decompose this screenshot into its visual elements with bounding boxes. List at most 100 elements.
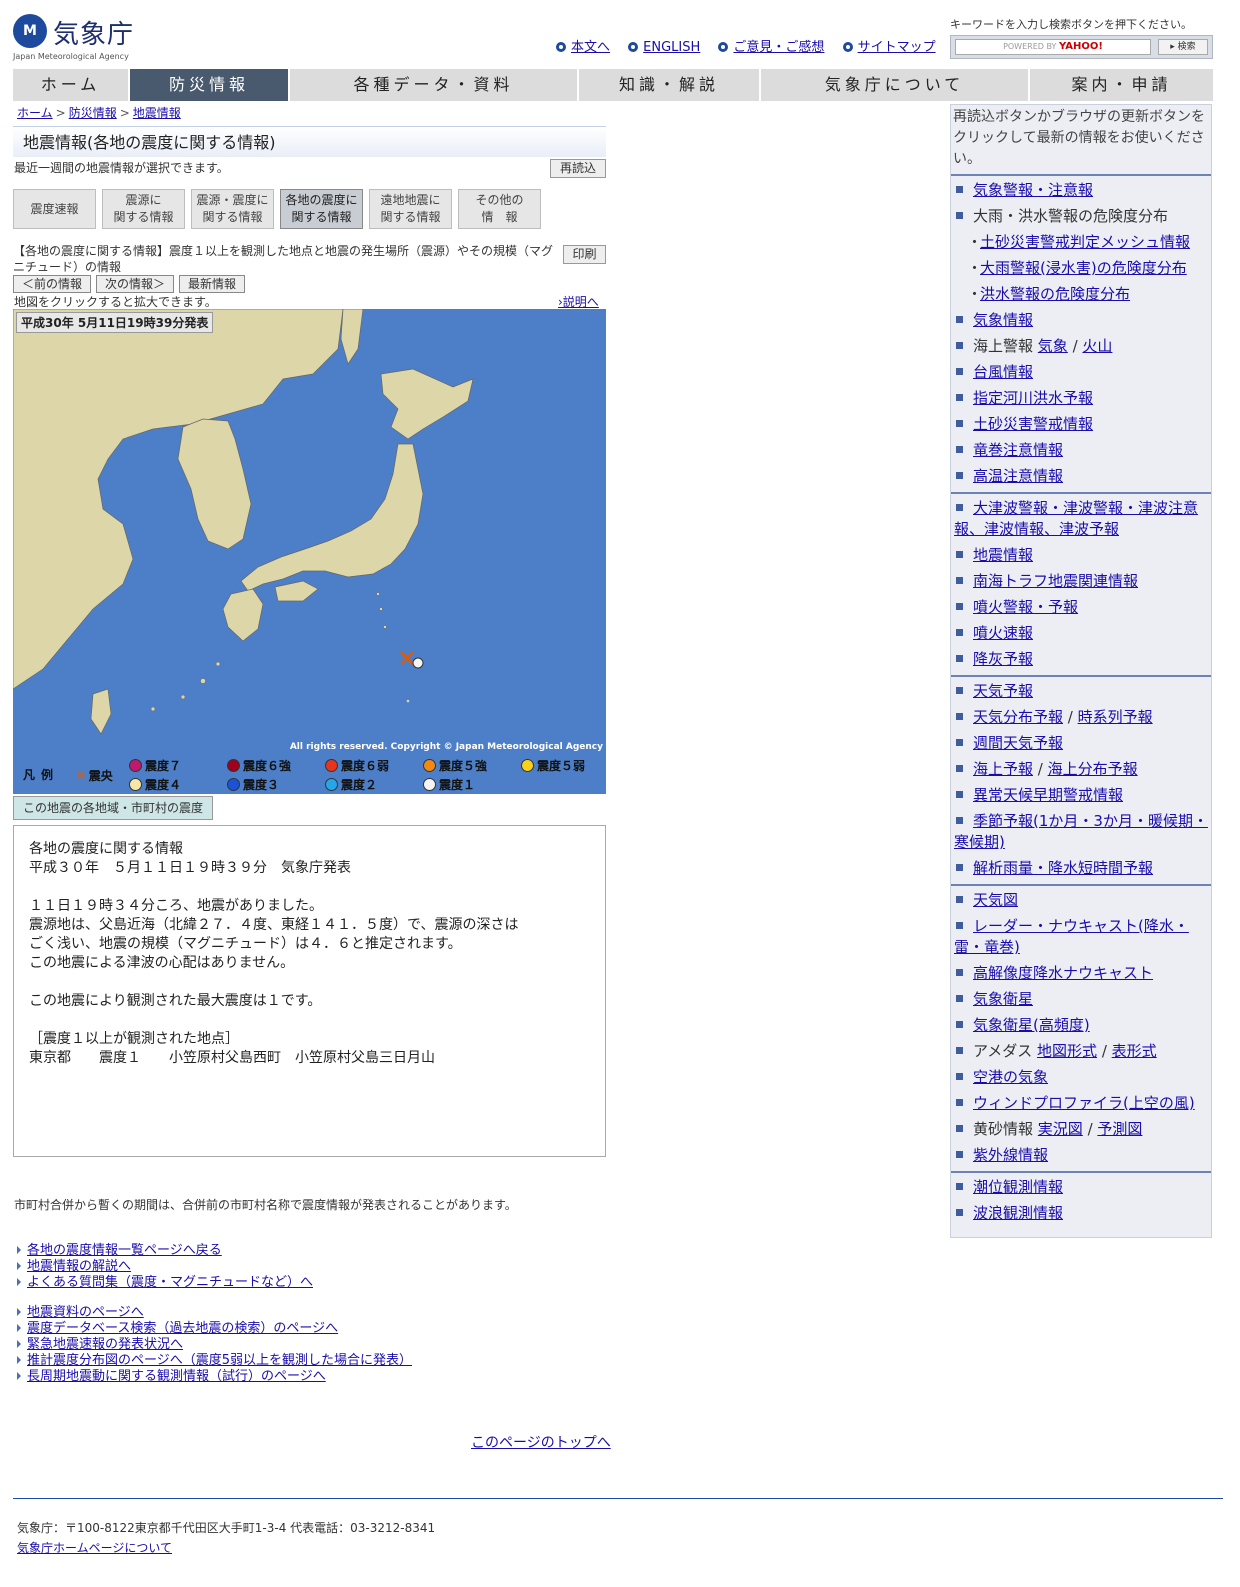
- menu-item[interactable]: 潮位観測情報: [973, 1178, 1063, 1196]
- menu-item[interactable]: 台風情報: [973, 363, 1033, 381]
- search-button[interactable]: ▸ 検索: [1158, 39, 1208, 55]
- menu-item[interactable]: 噴火警報・予報: [973, 598, 1078, 616]
- menu-item[interactable]: 気象衛星(高頻度): [973, 1016, 1090, 1034]
- intensity-circle-icon: [521, 759, 534, 772]
- page-top-link[interactable]: このページのトップへ: [471, 1432, 611, 1452]
- menu-item[interactable]: 空港の気象: [973, 1068, 1048, 1086]
- square-bullet-icon: [956, 969, 963, 976]
- menu-item[interactable]: ウィンドプロファイラ(上空の風): [973, 1094, 1195, 1112]
- area-intensity-tab[interactable]: この地震の各地域・市町村の震度: [13, 796, 213, 820]
- menu-subitem[interactable]: 土砂災害警戒判定メッシュ情報: [980, 233, 1190, 251]
- menu-item[interactable]: 地図形式: [1037, 1042, 1097, 1060]
- menu-item[interactable]: 時系列予報: [1078, 708, 1153, 726]
- menu-item[interactable]: 竜巻注意情報: [973, 441, 1063, 459]
- gnav-knowledge[interactable]: 知識・解説: [579, 69, 759, 101]
- menu-item[interactable]: 海上予報: [973, 760, 1033, 778]
- page-subtitle: 最近一週間の地震情報が選択できます。: [14, 161, 229, 175]
- gnav-home[interactable]: ホーム: [13, 69, 128, 101]
- legend-epicenter: ✕ 震央: [75, 767, 113, 784]
- square-bullet-icon: [956, 1047, 963, 1054]
- next-info-button[interactable]: 次の情報＞: [96, 275, 175, 293]
- menu-item[interactable]: 予測図: [1097, 1120, 1142, 1138]
- link-feedback[interactable]: ご意見・ご感想: [733, 40, 824, 55]
- menu-item[interactable]: 噴火速報: [973, 624, 1033, 642]
- menu-item[interactable]: 土砂災害警戒情報: [973, 415, 1093, 433]
- menu-item[interactable]: 大津波警報・津波警報・津波注意報、津波情報、津波予報: [954, 499, 1198, 538]
- menu-item[interactable]: 表形式: [1112, 1042, 1157, 1060]
- menu-item[interactable]: 実況図: [1038, 1120, 1083, 1138]
- menu-item[interactable]: 波浪観測情報: [973, 1204, 1063, 1222]
- tab-distant-earthquake[interactable]: 遠地地震に 関する情報: [369, 189, 452, 229]
- link-eew[interactable]: 緊急地震速報の発表状況へ: [27, 1337, 183, 1352]
- menu-item[interactable]: 気象情報: [973, 311, 1033, 329]
- link-main-content[interactable]: 本文へ: [571, 40, 610, 55]
- menu-item[interactable]: 天気予報: [973, 682, 1033, 700]
- link-intensity-list[interactable]: 各地の震度情報一覧ページへ戻る: [27, 1243, 222, 1258]
- menu-subitem[interactable]: 洪水警報の危険度分布: [980, 285, 1130, 303]
- legend-title: 凡例: [23, 768, 60, 782]
- link-sitemap[interactable]: サイトマップ: [858, 40, 936, 55]
- menu-item[interactable]: 天気図: [973, 891, 1018, 909]
- menu-item[interactable]: レーダー・ナウキャスト(降水・雷・竜巻): [954, 917, 1189, 956]
- menu-item[interactable]: 異常天候早期警戒情報: [973, 786, 1123, 804]
- link-english[interactable]: ENGLISH: [643, 40, 700, 55]
- link-info-explain[interactable]: 地震情報の解説へ: [27, 1259, 131, 1274]
- chevron-right-icon: >: [55, 106, 66, 120]
- square-bullet-icon: [956, 713, 963, 720]
- menu-item[interactable]: 週間天気予報: [973, 734, 1063, 752]
- menu-item[interactable]: 紫外線情報: [973, 1146, 1048, 1164]
- earthquake-map[interactable]: 平成30年 5月11日19時39分発表 All rights reserved.…: [13, 309, 606, 754]
- menu-item[interactable]: 季節予報(1か月・3か月・暖候期・寒候期): [954, 812, 1208, 851]
- reload-button[interactable]: 再読込: [550, 159, 606, 178]
- menu-item[interactable]: 火山: [1082, 337, 1112, 355]
- menu-item[interactable]: 高温注意情報: [973, 467, 1063, 485]
- menu-item[interactable]: 海上分布予報: [1048, 760, 1138, 778]
- tab-local-intensity[interactable]: 各地の震度に 関する情報: [280, 189, 363, 229]
- square-bullet-icon: [956, 603, 963, 610]
- tab-other[interactable]: その他の 情 報: [458, 189, 541, 229]
- menu-item[interactable]: 気象: [1038, 337, 1068, 355]
- gnav-about[interactable]: 気象庁について: [761, 69, 1028, 101]
- prev-info-button[interactable]: ＜前の情報: [13, 275, 92, 293]
- square-bullet-icon: [956, 551, 963, 558]
- gnav-guide[interactable]: 案内・申請: [1030, 69, 1213, 101]
- menu-item[interactable]: 気象警報・注意報: [973, 181, 1093, 199]
- breadcrumb-disaster[interactable]: 防災情報: [69, 106, 117, 120]
- link-estimated-intensity[interactable]: 推計震度分布図のページへ（震度5弱以上を観測した場合に発表）: [27, 1353, 412, 1368]
- print-button[interactable]: 印刷: [563, 245, 606, 264]
- menu-item[interactable]: 降灰予報: [973, 650, 1033, 668]
- legend-item-label: 震度５弱: [537, 759, 586, 773]
- breadcrumb-earthquake[interactable]: 地震情報: [133, 106, 181, 120]
- footer-about-link[interactable]: 気象庁ホームページについて: [17, 1539, 172, 1556]
- top-links: 本文へ ENGLISH ご意見・ご感想 サイトマップ: [556, 36, 950, 55]
- tab-hypocenter[interactable]: 震源に 関する情報: [102, 189, 185, 229]
- latest-info-button[interactable]: 最新情報: [179, 275, 246, 293]
- legend-item: 震度６強: [227, 757, 291, 774]
- gnav-data[interactable]: 各種データ・資料: [290, 69, 577, 101]
- menu-item[interactable]: 天気分布予報: [973, 708, 1063, 726]
- menu-subitem[interactable]: 大雨警報(浸水害)の危険度分布: [980, 259, 1187, 277]
- menu-item[interactable]: 高解像度降水ナウキャスト: [973, 964, 1153, 982]
- menu-item[interactable]: 解析雨量・降水短時間予報: [973, 859, 1153, 877]
- page-title: 地震情報(各地の震度に関する情報): [13, 126, 606, 157]
- menu-item[interactable]: 指定河川洪水予報: [973, 389, 1093, 407]
- tab-hypocenter-intensity[interactable]: 震源・震度に 関する情報: [191, 189, 274, 229]
- menu-item[interactable]: 気象衛星: [973, 990, 1033, 1008]
- tab-intensity-flash[interactable]: 震度速報: [13, 189, 96, 229]
- menu-item[interactable]: 南海トラフ地震関連情報: [973, 572, 1138, 590]
- menu-item[interactable]: 地震情報: [973, 546, 1033, 564]
- square-bullet-icon: [956, 687, 963, 694]
- square-bullet-icon: [956, 212, 963, 219]
- jma-logo[interactable]: M 気象庁 Japan Meteorological Agency: [13, 12, 153, 64]
- link-faq[interactable]: よくある質問集（震度・マグニチュードなど）へ: [27, 1275, 313, 1290]
- explanation-link[interactable]: ›説明へ: [558, 293, 599, 310]
- breadcrumb-home[interactable]: ホーム: [17, 106, 53, 120]
- link-intensity-db[interactable]: 震度データベース検索（過去地震の検索）のページへ: [27, 1321, 338, 1336]
- square-bullet-icon: [956, 817, 963, 824]
- link-eq-data[interactable]: 地震資料のページへ: [27, 1305, 144, 1320]
- map-graphic: [13, 309, 474, 735]
- logo-name: 気象庁: [53, 20, 135, 50]
- link-long-period[interactable]: 長周期地震動に関する観測情報（試行）のページへ: [27, 1369, 326, 1384]
- search-input[interactable]: POWERED BY YAHOO!: [955, 39, 1151, 55]
- gnav-disaster-info[interactable]: 防災情報: [130, 69, 288, 101]
